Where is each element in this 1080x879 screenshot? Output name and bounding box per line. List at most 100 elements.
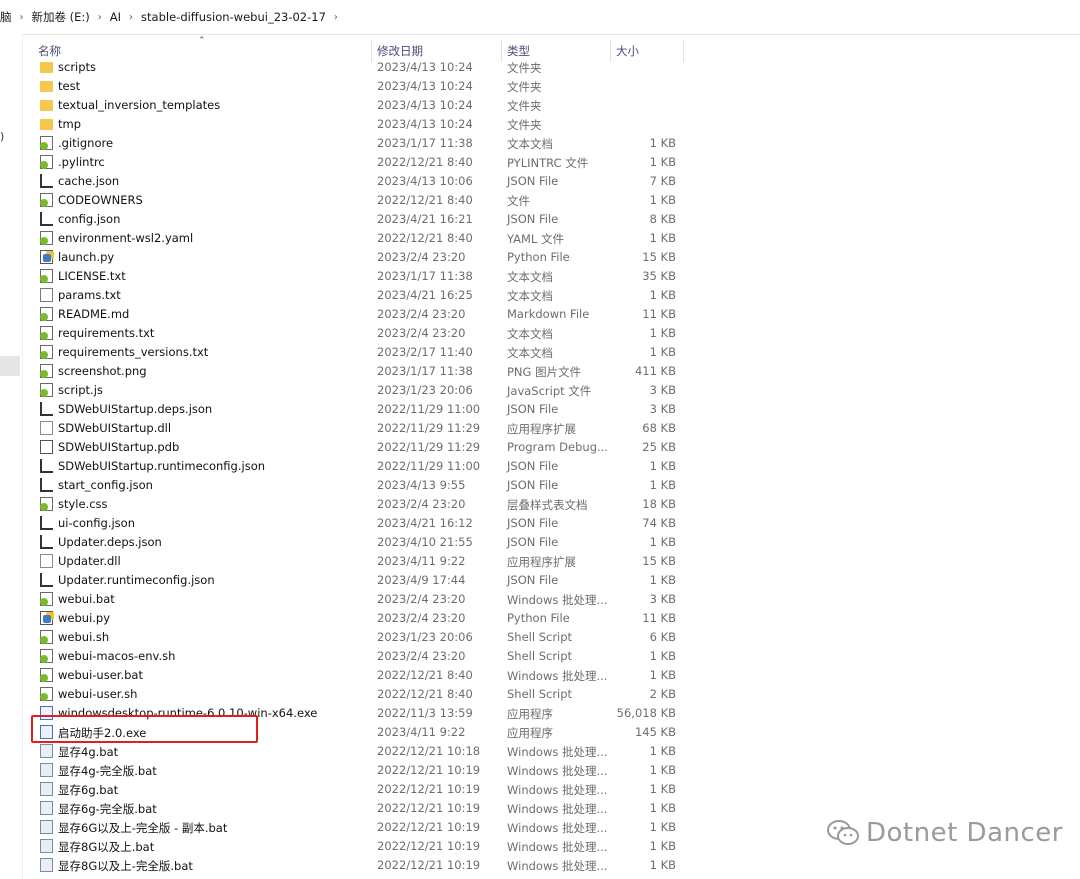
file-row[interactable]: webui-user.bat 2022/12/21 8:40 Windows 批处理… [0, 666, 700, 685]
file-row[interactable]: CODEOWNERS 2022/12/21 8:40 文件 1 KB [0, 191, 700, 210]
file-row[interactable]: 显存6G以及上-完全版 - 副本.bat 2022/12/21 10:19 Wind… [0, 818, 700, 837]
file-row[interactable]: 显存8G以及上.bat 2022/12/21 10:19 Windows 批处理..… [0, 837, 700, 856]
file-row[interactable]: Updater.runtimeconfig.json 2023/4/9 17:44… [0, 571, 700, 590]
file-row[interactable]: webui.py 2023/2/4 23:20 Python File 11 KB [0, 609, 700, 628]
file-name: scripts [58, 60, 97, 74]
folder-green-icon [40, 100, 53, 111]
breadcrumb-item[interactable]: 脑 [0, 9, 12, 25]
chevron-right-icon[interactable]: › [98, 12, 102, 23]
chevron-right-icon[interactable]: › [20, 12, 24, 23]
file-date: 2022/12/21 10:19 [377, 820, 481, 834]
file-type: Shell Script [507, 649, 573, 663]
file-type: JSON File [507, 478, 559, 492]
chevron-right-icon[interactable]: › [334, 12, 338, 23]
file-date: 2023/4/10 21:55 [377, 535, 473, 549]
file-row[interactable]: SDWebUIStartup.deps.json 2022/11/29 11:00… [0, 400, 700, 419]
file-name: environment-wsl2.yaml [58, 231, 194, 245]
file-size: 1 KB [649, 763, 676, 777]
file-type: Windows 批处理... [507, 840, 608, 854]
file-size: 74 KB [642, 516, 676, 530]
file-row[interactable]: scripts 2023/4/13 10:24 文件夹 [0, 58, 700, 77]
file-size: 1 KB [649, 459, 676, 473]
chevron-right-icon[interactable]: › [129, 12, 133, 23]
highlight-box [31, 715, 258, 743]
breadcrumb-item[interactable]: stable-diffusion-webui_23-02-17 [141, 10, 326, 24]
file-type: 文件 [507, 194, 530, 208]
column-header-type[interactable]: 类型 [507, 43, 530, 59]
file-row[interactable]: tmp 2023/4/13 10:24 文件夹 [0, 115, 700, 134]
file-row[interactable]: webui-macos-env.sh 2023/2/4 23:20 Shell Sc… [0, 647, 700, 666]
file-green-icon [40, 193, 53, 207]
file-type: JSON File [507, 459, 559, 473]
file-row[interactable]: SDWebUIStartup.pdb 2022/11/29 11:29 Progra… [0, 438, 700, 457]
file-row[interactable]: params.txt 2023/4/21 16:25 文本文档 1 KB [0, 286, 700, 305]
column-header-size[interactable]: 大小 [616, 43, 639, 59]
file-row[interactable]: environment-wsl2.yaml 2022/12/21 8:40 YAML… [0, 229, 700, 248]
breadcrumb-item[interactable]: 新加卷 (E:) [32, 9, 90, 25]
file-row[interactable]: screenshot.png 2023/1/17 11:38 PNG 图片文件 411… [0, 362, 700, 381]
file-date: 2023/2/4 23:20 [377, 497, 466, 511]
file-size: 3 KB [649, 402, 676, 416]
file-row[interactable]: .pylintrc 2022/12/21 8:40 PYLINTRC 文件 1 KB [0, 153, 700, 172]
file-size: 68 KB [642, 421, 676, 435]
json-file-icon [40, 212, 53, 226]
file-type: Markdown File [507, 307, 590, 321]
file-name: LICENSE.txt [58, 269, 126, 283]
file-row[interactable]: 显存6g.bat 2022/12/21 10:19 Windows 批处理... 1 … [0, 780, 700, 799]
file-name: webui-user.bat [58, 668, 143, 682]
bat-file-icon [40, 858, 53, 872]
file-row[interactable]: textual_inversion_templates 2023/4/13 10:… [0, 96, 700, 115]
file-size: 1 KB [649, 136, 676, 150]
file-row[interactable]: webui.sh 2023/1/23 20:06 Shell Script 6 KB [0, 628, 700, 647]
file-row[interactable]: 显存4g.bat 2022/12/21 10:18 Windows 批处理... 1 … [0, 742, 700, 761]
file-name: SDWebUIStartup.dll [58, 421, 172, 435]
file-row[interactable]: .gitignore 2023/1/17 11:38 文本文档 1 KB [0, 134, 700, 153]
file-row[interactable]: 显存6g-完全版.bat 2022/12/21 10:19 Windows 批处理.… [0, 799, 700, 818]
file-row[interactable]: webui-user.sh 2022/12/21 8:40 Shell Script… [0, 685, 700, 704]
file-row[interactable]: Updater.dll 2023/4/11 9:22 应用程序扩展 15 KB [0, 552, 700, 571]
address-bar[interactable]: 脑 › 新加卷 (E:) › AI › stable-diffusion-webui_… [0, 0, 1080, 35]
bat-file-icon [40, 801, 53, 815]
file-name: start_config.json [58, 478, 153, 492]
file-name: webui.bat [58, 592, 115, 606]
file-row[interactable]: cache.json 2023/4/13 10:06 JSON File 7 KB [0, 172, 700, 191]
json-file-icon [40, 478, 53, 492]
file-row[interactable]: requirements_versions.txt 2023/2/17 11:40… [0, 343, 700, 362]
file-green-icon [40, 326, 53, 340]
file-date: 2022/12/21 8:40 [377, 668, 473, 682]
file-row[interactable]: ui-config.json 2023/4/21 16:12 JSON File 74… [0, 514, 700, 533]
file-row[interactable]: style.css 2023/2/4 23:20 层叠样式表文档 18 KB [0, 495, 700, 514]
file-row[interactable]: SDWebUIStartup.dll 2022/11/29 11:29 应用程序扩展… [0, 419, 700, 438]
file-row[interactable]: test 2023/4/13 10:24 文件夹 [0, 77, 700, 96]
file-size: 1 KB [649, 668, 676, 682]
file-row[interactable]: launch.py 2023/2/4 23:20 Python File 15 KB [0, 248, 700, 267]
file-row[interactable]: requirements.txt 2023/2/4 23:20 文本文档 1 KB [0, 324, 700, 343]
file-type: Python File [507, 250, 570, 264]
file-size: 1 KB [649, 345, 676, 359]
file-row[interactable]: 显存8G以及上-完全版.bat 2022/12/21 10:19 Windows 批… [0, 856, 700, 875]
file-row[interactable]: 显存4g-完全版.bat 2022/12/21 10:19 Windows 批处理.… [0, 761, 700, 780]
file-row[interactable]: SDWebUIStartup.runtimeconfig.json 2022/11… [0, 457, 700, 476]
file-date: 2023/4/13 10:24 [377, 79, 473, 93]
column-header-date[interactable]: 修改日期 [377, 43, 423, 59]
file-date: 2022/12/21 8:40 [377, 687, 473, 701]
file-row[interactable]: config.json 2023/4/21 16:21 JSON File 8 KB [0, 210, 700, 229]
file-type: 文本文档 [507, 346, 553, 360]
file-row[interactable]: README.md 2023/2/4 23:20 Markdown File 11 K… [0, 305, 700, 324]
file-row[interactable]: script.js 2023/1/23 20:06 JavaScript 文件 3 K… [0, 381, 700, 400]
file-row[interactable]: start_config.json 2023/4/13 9:55 JSON File… [0, 476, 700, 495]
file-size: 1 KB [649, 801, 676, 815]
breadcrumb-item[interactable]: AI [110, 10, 121, 24]
file-green-icon [40, 155, 53, 169]
file-date: 2023/4/13 10:24 [377, 60, 473, 74]
file-type: 文件夹 [507, 80, 542, 94]
file-date: 2023/4/13 10:24 [377, 117, 473, 131]
column-header-name[interactable]: 名称 [38, 43, 61, 59]
file-type: PNG 图片文件 [507, 365, 582, 379]
file-row[interactable]: LICENSE.txt 2023/1/17 11:38 文本文档 35 KB [0, 267, 700, 286]
file-size: 1 KB [649, 649, 676, 663]
file-row[interactable]: Updater.deps.json 2023/4/10 21:55 JSON Fil… [0, 533, 700, 552]
file-size: 1 KB [649, 155, 676, 169]
file-row[interactable]: webui.bat 2023/2/4 23:20 Windows 批处理... 3 K… [0, 590, 700, 609]
dll-file-icon [40, 421, 53, 435]
